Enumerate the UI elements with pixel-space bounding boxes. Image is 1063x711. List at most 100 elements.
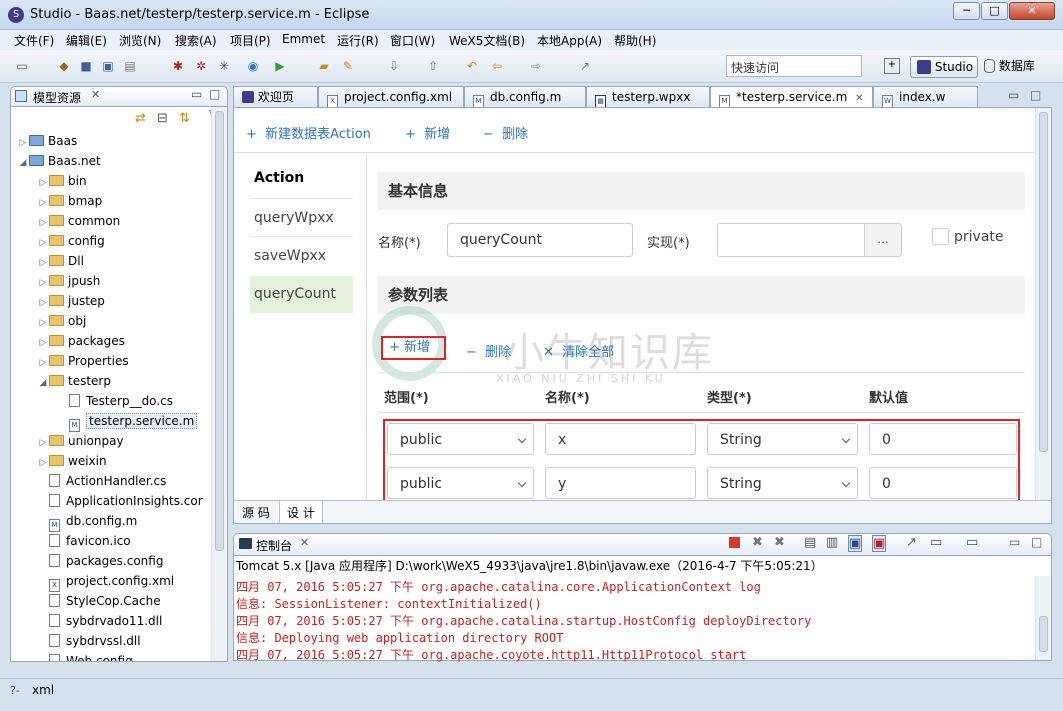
print-icon[interactable]: ▤ xyxy=(122,58,138,74)
tree-item[interactable]: StyleCop.Cache xyxy=(11,591,161,611)
tree-item[interactable]: ▷ bin xyxy=(11,171,87,191)
param-name-input[interactable]: x xyxy=(545,423,696,455)
last-edit-icon[interactable]: ↶ xyxy=(464,58,480,74)
forward-icon[interactable]: ⇨ xyxy=(528,58,544,74)
tree-item[interactable]: ▷ Properties xyxy=(11,351,129,371)
editor-maximize-icon[interactable]: □ xyxy=(1030,88,1041,102)
editor-minimize-icon[interactable]: ▭ xyxy=(1008,88,1019,102)
run-history-icon[interactable]: ◉ xyxy=(245,58,261,74)
private-checkbox[interactable] xyxy=(932,228,949,245)
tab-welcome[interactable]: 欢迎页 xyxy=(233,86,318,108)
param-default-input[interactable]: 0 xyxy=(869,467,1017,499)
console-scrollbar[interactable] xyxy=(1035,576,1051,660)
collapsed-arrow-icon[interactable]: ▷ xyxy=(37,433,49,453)
menu-project[interactable]: 项目(P) xyxy=(230,32,271,49)
collapse-all-icon[interactable]: ⊟ xyxy=(157,111,168,126)
new-icon[interactable]: ▭ xyxy=(14,58,30,74)
tree-item[interactable]: ▷ jpush xyxy=(11,271,101,293)
tree-item[interactable]: ActionHandler.cs xyxy=(11,471,166,491)
display-console-icon[interactable]: ▭ xyxy=(930,535,942,550)
console-close-icon[interactable]: ✕ xyxy=(300,536,309,549)
tree-item[interactable]: ▷ weixin xyxy=(11,451,107,471)
back-icon[interactable]: ⇦ xyxy=(489,58,505,74)
tree-item[interactable]: ▷ config xyxy=(11,231,105,251)
add-action-button[interactable]: + 新增 xyxy=(405,123,450,142)
collapsed-arrow-icon[interactable]: ▷ xyxy=(37,333,49,353)
collapsed-arrow-icon[interactable]: ▷ xyxy=(37,213,49,233)
action-item-querywpxx[interactable]: queryWpxx xyxy=(250,200,353,237)
tree-item[interactable]: Xproject.config.xml xyxy=(11,571,174,592)
remove-launch-icon[interactable]: ✖ xyxy=(752,535,763,550)
tree-item[interactable]: ◢ Baas.net xyxy=(11,151,101,171)
remove-all-icon[interactable]: ✖ xyxy=(774,535,785,550)
menu-search[interactable]: 搜索(A) xyxy=(175,32,217,49)
save-all-icon[interactable]: ▣ xyxy=(100,58,116,74)
run-icon[interactable]: ▶ xyxy=(272,58,288,74)
collapsed-arrow-icon[interactable]: ▷ xyxy=(37,233,49,253)
param-clear-all-button[interactable]: ✕ 清除全部 xyxy=(543,341,614,360)
prev-annotation-icon[interactable]: ⇧ xyxy=(425,58,441,74)
collapsed-arrow-icon[interactable]: ▷ xyxy=(37,193,49,213)
maximize-button[interactable]: □ xyxy=(981,2,1008,20)
tree-item[interactable]: ▷ Dll xyxy=(11,251,84,271)
tree-item[interactable]: ◢ testerp xyxy=(11,371,111,391)
tree-item[interactable]: ▷ packages xyxy=(11,331,125,351)
expanded-arrow-icon[interactable]: ◢ xyxy=(37,373,49,393)
collapsed-arrow-icon[interactable]: ▷ xyxy=(37,253,49,273)
menu-emmet[interactable]: Emmet xyxy=(282,32,325,46)
collapsed-arrow-icon[interactable]: ▷ xyxy=(17,133,29,153)
close-button[interactable]: ✕ xyxy=(1009,2,1055,20)
param-name-input[interactable]: y xyxy=(545,467,696,499)
tab-testerp-service[interactable]: M *testerp.service.m ✕ xyxy=(710,86,873,108)
new-table-action-button[interactable]: + 新建数据表Action xyxy=(246,123,371,142)
next-annotation-icon[interactable]: ⇩ xyxy=(386,58,402,74)
tree-item[interactable]: ApplicationInsights.cor xyxy=(11,491,203,511)
pin-editor-icon[interactable]: ↗ xyxy=(577,58,593,74)
terminate-icon[interactable] xyxy=(729,537,740,548)
tab-design[interactable]: 设 计 xyxy=(279,501,323,523)
explorer-minimize-icon[interactable]: ▭ xyxy=(191,87,202,101)
external-tools-icon[interactable]: ✳ xyxy=(216,58,232,74)
tree-item[interactable]: sybdrvssl.dll xyxy=(11,631,141,651)
tree-item[interactable]: packages.config xyxy=(11,551,163,571)
show-stdout-icon[interactable]: ▣ xyxy=(848,535,863,552)
tab-project-config[interactable]: Xproject.config.xml xyxy=(318,86,464,108)
menu-window[interactable]: 窗口(W) xyxy=(390,32,435,49)
menu-edit[interactable]: 编辑(E) xyxy=(66,32,107,49)
param-delete-button[interactable]: − 删除 xyxy=(466,341,511,360)
param-type-select[interactable]: String xyxy=(707,467,858,499)
open-console-icon[interactable]: ▭ xyxy=(966,535,978,550)
console-maximize-icon[interactable]: □ xyxy=(1031,535,1042,549)
collapsed-arrow-icon[interactable]: ▷ xyxy=(37,293,49,313)
open-folder-icon[interactable]: ▰ xyxy=(316,58,332,74)
param-scope-select[interactable]: public xyxy=(387,467,534,499)
pin-console-icon[interactable]: ↗ xyxy=(906,535,917,550)
tree-item[interactable]: favicon.ico xyxy=(11,531,131,551)
skip-breakpoints-icon[interactable]: ✲ xyxy=(193,58,209,74)
collapsed-arrow-icon[interactable]: ▷ xyxy=(37,273,49,293)
perspective-studio-button[interactable]: Studio xyxy=(910,56,978,78)
tree-item[interactable]: ▷ bmap xyxy=(11,191,103,213)
explorer-close-icon[interactable]: ✕ xyxy=(91,88,100,101)
show-stderr-icon[interactable]: ▣ xyxy=(872,535,887,552)
minimize-button[interactable]: ─ xyxy=(953,2,980,20)
expanded-arrow-icon[interactable]: ◢ xyxy=(17,153,29,173)
collapsed-arrow-icon[interactable]: ▷ xyxy=(37,313,49,333)
debug-icon[interactable]: ✱ xyxy=(170,58,186,74)
param-default-input[interactable]: 0 xyxy=(869,423,1017,455)
sync-icon[interactable]: ⇅ xyxy=(179,111,190,126)
save-icon[interactable]: ■ xyxy=(78,58,94,74)
editor-scroll-thumb[interactable] xyxy=(1039,112,1048,452)
tab-db-config[interactable]: Mdb.config.m xyxy=(464,86,586,108)
impl-browse-button[interactable]: ... xyxy=(864,223,902,257)
tree-item[interactable]: Mdb.config.m xyxy=(11,511,137,532)
delete-action-button[interactable]: − 删除 xyxy=(483,123,528,142)
tree-item[interactable]: Mtesterp.service.m xyxy=(11,411,198,432)
tree-item[interactable]: ▷ Baas xyxy=(11,131,78,153)
collapsed-arrow-icon[interactable]: ▷ xyxy=(37,173,49,193)
tree-item[interactable]: ▷ unionpay xyxy=(11,431,124,451)
param-add-button[interactable]: + 新增 xyxy=(381,336,446,360)
tab-testerp-wpxx[interactable]: ▦ testerp.wpxx xyxy=(586,86,710,108)
console-scroll-thumb[interactable] xyxy=(1039,616,1048,652)
menu-local-app[interactable]: 本地App(A) xyxy=(537,32,602,49)
